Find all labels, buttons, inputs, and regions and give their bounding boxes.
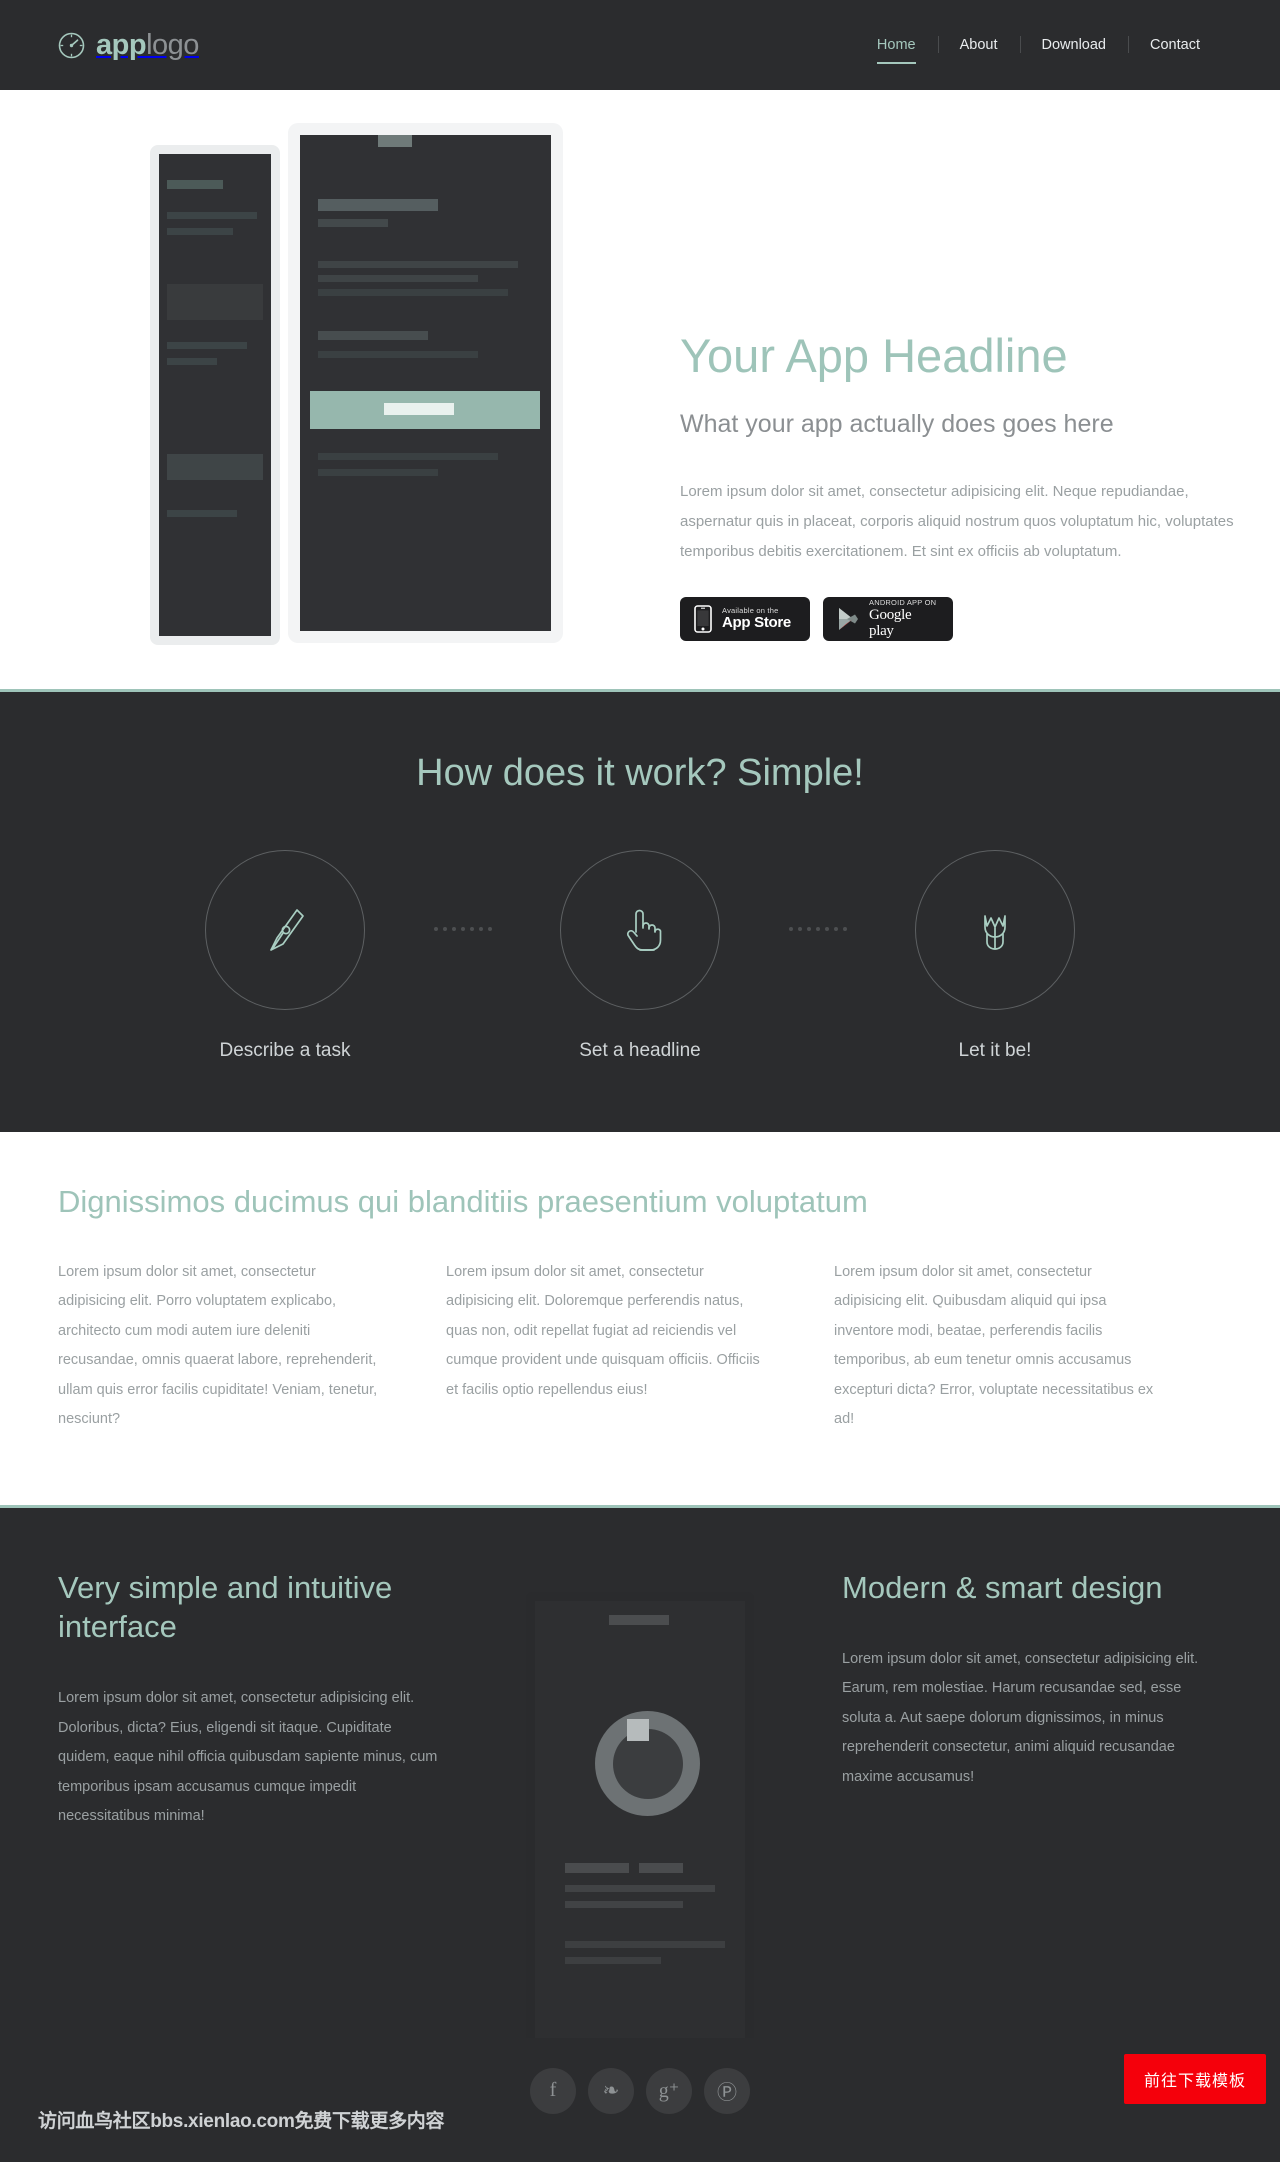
features-columns: Lorem ipsum dolor sit amet, consectetur … <box>40 1258 1240 1435</box>
step-set-a-headline: Set a headline <box>505 850 775 1062</box>
nav-item-about[interactable]: About <box>937 35 1020 55</box>
google-play-badge-small: ANDROID APP ON <box>869 597 937 607</box>
split-phone-mockup <box>526 1591 754 2062</box>
download-template-button[interactable]: 前往下载模板 <box>1123 2053 1266 2104</box>
hero-subtitle: What your app actually does goes here <box>680 409 1114 438</box>
logo-light: logo <box>146 28 199 61</box>
hero-body-text: Lorem ipsum dolor sit amet, consectetur … <box>680 482 1234 560</box>
step-connector-dots <box>420 927 505 931</box>
feature-column: Lorem ipsum dolor sit amet, consectetur … <box>834 1258 1222 1435</box>
split-column-right: Modern & smart design Lorem ipsum dolor … <box>842 1568 1222 1832</box>
site-footer: f ❧ g⁺ Ⓟ 访问血鸟社区bbs.xienlao.com免费下载更多内容 前… <box>0 2037 1280 2162</box>
how-it-works-section: How does it work? Simple! Describe a tas… <box>0 692 1280 1132</box>
hero-section: Your App Headline What your app actually… <box>0 90 1280 692</box>
watermark-text: 访问血鸟社区bbs.xienlao.com免费下载更多内容 <box>38 2110 445 2132</box>
google-play-badge[interactable]: ANDROID APP ON Google play <box>823 596 953 641</box>
steps-list: Describe a task Set a headline Let it be… <box>0 850 1280 1062</box>
split-left-body: Lorem ipsum dolor sit amet, consectetur … <box>58 1690 438 1824</box>
main-nav: Home About Download Contact <box>855 35 1222 64</box>
features-section: Dignissimos ducimus qui blanditiis praes… <box>0 1132 1280 1508</box>
google-play-badge-big: Google play <box>869 606 912 640</box>
step-circle <box>915 850 1075 1010</box>
logo[interactable]: applogo <box>58 28 199 61</box>
step-circle <box>560 850 720 1010</box>
pinterest-icon[interactable]: Ⓟ <box>704 2067 750 2114</box>
iphone-icon <box>694 604 712 633</box>
logo-bold: app <box>96 28 147 61</box>
feature-column: Lorem ipsum dolor sit amet, consectetur … <box>58 1258 446 1435</box>
split-right-title: Modern & smart design <box>842 1569 1163 1605</box>
split-right-body: Lorem ipsum dolor sit amet, consectetur … <box>842 1650 1199 1785</box>
step-circle <box>205 850 365 1010</box>
twitter-icon[interactable]: ❧ <box>588 2067 634 2114</box>
step-label: Let it be! <box>958 1040 1032 1061</box>
phone-mockup-secondary <box>150 145 280 645</box>
split-left-title: Very simple and intuitive interface <box>58 1569 393 1644</box>
nav-item-contact[interactable]: Contact <box>1128 35 1222 55</box>
features-title: Dignissimos ducimus qui blanditiis praes… <box>58 1184 868 1219</box>
app-store-badge-big: App Store <box>722 614 791 632</box>
hero-copy: Your App Headline What your app actually… <box>680 90 1250 641</box>
site-header: applogo Home About Download Contact <box>0 0 1280 90</box>
feature-column-text: Lorem ipsum dolor sit amet, consectetur … <box>446 1264 760 1398</box>
app-store-badges: Available on the App Store ANDROID APP O… <box>680 596 1250 641</box>
phone-mockup-primary <box>288 123 563 643</box>
pen-nib-icon <box>257 902 313 958</box>
hero-title: Your App Headline <box>680 329 1068 382</box>
how-it-works-title: How does it work? Simple! <box>416 752 864 794</box>
step-connector-dots <box>775 927 860 931</box>
facebook-icon[interactable]: f <box>530 2067 576 2114</box>
google-play-icon <box>837 607 859 631</box>
google-plus-icon[interactable]: g⁺ <box>646 2067 692 2114</box>
step-label: Set a headline <box>579 1040 701 1061</box>
split-column-left: Very simple and intuitive interface Lore… <box>58 1568 438 1832</box>
logo-text: applogo <box>96 28 199 61</box>
app-store-badge[interactable]: Available on the App Store <box>680 596 810 641</box>
step-label: Describe a task <box>219 1040 351 1061</box>
step-describe-a-task: Describe a task <box>150 850 420 1062</box>
feature-column-text: Lorem ipsum dolor sit amet, consectetur … <box>834 1264 1154 1428</box>
speedometer-icon <box>58 32 85 59</box>
tulip-flower-icon <box>967 902 1023 958</box>
step-let-it-be: Let it be! <box>860 850 1130 1062</box>
nav-item-home[interactable]: Home <box>855 35 938 64</box>
nav-item-download[interactable]: Download <box>1019 35 1129 55</box>
feature-column: Lorem ipsum dolor sit amet, consectetur … <box>446 1258 834 1435</box>
pointing-hand-icon <box>612 902 668 958</box>
hero-phone-mockups <box>88 115 588 645</box>
split-feature-section: Very simple and intuitive interface Lore… <box>0 1507 1280 2062</box>
feature-column-text: Lorem ipsum dolor sit amet, consectetur … <box>58 1264 378 1428</box>
